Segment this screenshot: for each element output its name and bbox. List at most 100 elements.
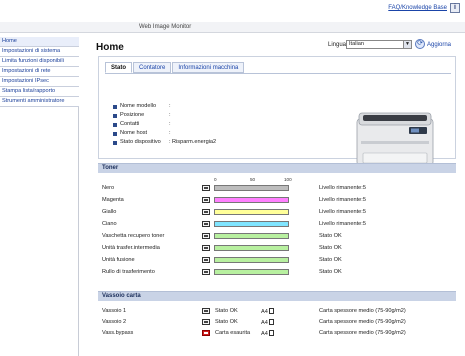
supply-icon (202, 197, 210, 203)
alert-icon (202, 330, 210, 336)
info-label: Contatti (120, 121, 140, 127)
toner-status: Livello rimanente:5 (319, 221, 366, 227)
chevron-down-icon: ▼ (403, 41, 411, 48)
toner-status: Stato OK (319, 257, 342, 263)
tray-paper-type: Carta spessore medio (75-90g/m2) (319, 330, 406, 336)
sidebar-item[interactable]: Impostazioni di sistema (0, 47, 79, 57)
toner-level-bar (214, 209, 289, 215)
tab-stato[interactable]: Stato (105, 62, 132, 73)
bullet-icon (113, 105, 117, 109)
tray-row: Vass.bypass Carta esaurita A4 Carta spessor… (98, 329, 456, 338)
toner-section-header: Toner (98, 163, 456, 173)
toner-level-bar (214, 197, 289, 203)
page-title: Home (96, 42, 124, 53)
tray-status: Carta esaurita (215, 330, 251, 336)
toner-level-bar (214, 269, 289, 275)
supply-icon (202, 209, 210, 215)
toner-status: Livello rimanente:5 (319, 209, 366, 215)
supply-icon (202, 269, 210, 275)
paper-icon (268, 319, 274, 325)
supply-icon (202, 185, 210, 191)
toner-name: Giallo (102, 209, 117, 215)
info-colon: : (169, 103, 171, 109)
tab-contatore[interactable]: Contatore (133, 62, 172, 73)
language-label: Lingua (328, 42, 347, 48)
tray-section-header: Vassoio carta (98, 291, 456, 301)
tray-name: Vass.bypass (102, 330, 134, 336)
info-colon: : (169, 130, 171, 136)
paper-size-label: A4 (261, 320, 268, 326)
sidebar-item[interactable]: Impostazioni di rete (0, 67, 79, 77)
bullet-icon (113, 123, 117, 127)
toner-status: Stato OK (319, 245, 342, 251)
paper-icon (268, 330, 274, 336)
scale-tick-label: 50 (250, 177, 256, 182)
tray-row: Vassoio 2 Stato OK A4 Carta spessore medio … (98, 318, 456, 327)
supply-icon (202, 233, 210, 239)
info-colon: : (169, 112, 171, 118)
sidebar-item[interactable]: Strumenti amministratore (0, 97, 79, 107)
info-value: Risparm.energia2 (172, 139, 217, 145)
tray-icon (202, 308, 210, 314)
toner-status: Livello rimanente:5 (319, 185, 366, 191)
language-select[interactable]: Italian ▼ (346, 40, 412, 49)
toner-name: Ciano (102, 221, 117, 227)
toner-name: Magenta (102, 197, 124, 203)
refresh-icon[interactable]: ⟳ (415, 39, 425, 49)
info-colon: : (169, 139, 171, 145)
toner-level-bar (214, 185, 289, 191)
info-label: Posizione (120, 112, 145, 118)
tray-size: A4 (261, 308, 274, 315)
bullet-icon (113, 114, 117, 118)
toner-status: Stato OK (319, 269, 342, 275)
toner-level-bar (214, 257, 289, 263)
info-label: Nome host (120, 130, 148, 136)
sidebar: Home Impostazioni di sistema Limita funzio… (0, 37, 79, 356)
toner-row: Vaschetta recupero toner Stato OK (98, 232, 456, 241)
toner-name: Vaschetta recupero toner (102, 233, 165, 239)
toner-row: Unità trasfer.intermedia Stato OK (98, 244, 456, 253)
toner-row: Magenta Livello rimanente:5 (98, 196, 456, 205)
help-icon[interactable]: i (450, 3, 460, 13)
app-title: Web Image Monitor (139, 24, 192, 30)
sidebar-item[interactable]: Home (0, 37, 79, 47)
tab-bar: Stato Contatore Informazioni macchina (105, 62, 245, 73)
refresh-link[interactable]: Aggiorna (427, 42, 451, 48)
bullet-icon (113, 141, 117, 145)
toner-name: Unità trasfer.intermedia (102, 245, 160, 251)
tray-paper-type: Carta spessore medio (75-90g/m2) (319, 308, 406, 314)
top-bar: Web Image Monitor FAQ/Knowledge Base i (0, 0, 465, 36)
paper-size-label: A4 (261, 331, 268, 337)
tray-size: A4 (261, 319, 274, 326)
status-panel: Stato Contatore Informazioni macchina Nome… (98, 56, 456, 169)
toner-status: Livello rimanente:5 (319, 197, 366, 203)
info-colon: : (169, 121, 171, 127)
toner-level-bar (214, 245, 289, 251)
scale-tick-label: 100 (284, 177, 292, 182)
toner-name: Nero (102, 185, 115, 191)
tray-icon (202, 319, 210, 325)
toner-name: Rullo di trasferimento (102, 269, 155, 275)
sidebar-item[interactable]: Impostazioni IPsec (0, 77, 79, 87)
tray-row: Vassoio 1 Stato OK A4 Carta spessore medio … (98, 307, 456, 316)
title-strip (0, 22, 465, 33)
tab-informazioni-macchina[interactable]: Informazioni macchina (172, 62, 245, 73)
sidebar-item[interactable]: Limita funzioni disponibili (0, 57, 79, 67)
sidebar-item[interactable]: Stampa lista/rapporto (0, 87, 79, 97)
tray-status: Stato OK (215, 319, 238, 325)
faq-link[interactable]: FAQ/Knowledge Base (388, 5, 447, 11)
info-label: Nome modello (120, 103, 157, 109)
tray-size: A4 (261, 330, 274, 337)
tray-name: Vassoio 2 (102, 319, 127, 325)
supply-icon (202, 221, 210, 227)
toner-row: Ciano Livello rimanente:5 (98, 220, 456, 229)
tray-paper-type: Carta spessore medio (75-90g/m2) (319, 319, 406, 325)
toner-level-bar (214, 233, 289, 239)
toner-level-bar (214, 221, 289, 227)
toner-row: Nero Livello rimanente:5 (98, 184, 456, 193)
toner-row: Giallo Livello rimanente:5 (98, 208, 456, 217)
toner-name: Unità fusione (102, 257, 135, 263)
paper-icon (268, 308, 274, 314)
paper-size-label: A4 (261, 309, 268, 315)
tray-name: Vassoio 1 (102, 308, 127, 314)
